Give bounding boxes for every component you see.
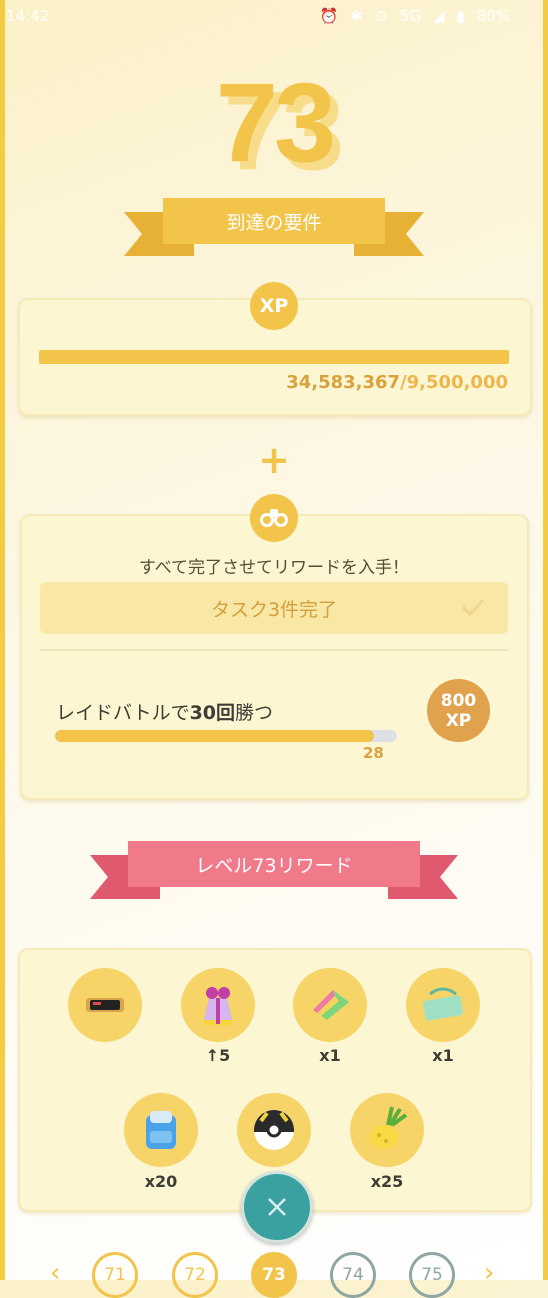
ultra-ball-icon [254,1110,294,1150]
tasks-instruction: すべて完了させてリワードを入手！ [138,558,410,578]
status-time: 14:42 [6,7,50,25]
location-icon: ⊙ [375,7,388,25]
reward-backpack[interactable] [124,1093,198,1167]
reward-qty-gift-bag: ↑5 [205,1046,231,1065]
raid-task-suffix: 勝つ [235,702,274,724]
raid-task-label: レイドバトルで30回勝つ [56,698,273,725]
requirements-title: 到達の要件 [163,198,385,244]
binoculars-badge [250,494,298,542]
sunglasses-icon [86,998,124,1012]
reward-qty-backpack: x20 [144,1172,178,1191]
battery-icon: ▮ [456,7,465,25]
bluetooth-icon: ✱ [350,7,364,25]
prev-level-arrow[interactable]: ‹ [50,1258,60,1288]
xp-goal: /9,500,000 [400,372,508,393]
task-xp-unit: XP [445,710,472,731]
status-bar: 14:42 ⏰ ✱ ⊙ 5G ◢ ▮ 80% [0,0,548,34]
pass-ticket-icon [423,987,463,1021]
alarm-icon: ⏰ [319,7,339,25]
rainbow-candy-icon [313,990,349,1020]
next-level-arrow[interactable]: › [484,1258,494,1288]
xp-current: 34,583,367 [286,372,401,393]
raid-task-progress-bar [55,730,397,742]
level-73-button[interactable]: 73 [251,1252,297,1298]
raid-task-progress-value: 28 [363,744,384,762]
battery-level: 80% [476,7,510,25]
close-button[interactable] [241,1171,313,1243]
reward-qty-pass-ticket: x1 [432,1046,454,1065]
reward-pass-ticket[interactable] [406,968,480,1042]
reward-ultra-ball[interactable] [237,1093,311,1167]
check-icon [461,598,485,617]
level-number: 73 [215,60,337,185]
rewards-title: レベル73リワード [128,841,420,887]
rewards-ribbon: レベル73リワード [0,841,548,899]
tasks-divider [40,649,508,651]
signal-icon: ◢ [432,7,445,25]
reward-rainbow-candy[interactable] [293,968,367,1042]
level-71-button[interactable]: 71 [92,1252,138,1298]
level-74-button[interactable]: 74 [330,1252,376,1298]
completed-tasks-row[interactable]: タスク3件完了 [40,582,508,634]
task-xp-amount: 800 [440,690,477,711]
binoculars-icon [260,509,288,527]
raid-task-progress-fill [55,730,375,742]
task-xp-reward-badge: 800 XP [427,679,490,742]
gift-bag-icon [203,987,233,1025]
reward-pinap-berry[interactable] [350,1093,424,1167]
xp-progress-text: 34,583,367/9,500,000 [286,372,508,393]
reward-gift-bag[interactable] [181,968,255,1042]
xp-badge: XP [250,282,298,330]
raid-task-count: 30回 [189,702,236,724]
raid-task-prefix: レイドバトルで [56,702,190,724]
status-icons: ⏰ ✱ ⊙ 5G ◢ ▮ 80% [320,7,510,25]
reward-sunglasses[interactable] [68,968,142,1042]
level-75-button[interactable]: 75 [409,1252,455,1298]
requirements-ribbon: 到達の要件 [0,198,548,256]
xp-progress-bar [39,350,509,364]
pinap-berry-icon [370,1106,408,1149]
network-label: 5G [399,7,421,25]
reward-qty-rainbow-candy: x1 [319,1046,341,1065]
backpack-icon [146,1111,176,1149]
level-72-button[interactable]: 72 [172,1252,218,1298]
reward-qty-pinap-berry: x25 [370,1172,404,1191]
completed-tasks-label: タスク3件完了 [210,598,338,621]
plus-icon: + [258,438,290,482]
close-icon [268,1198,286,1216]
